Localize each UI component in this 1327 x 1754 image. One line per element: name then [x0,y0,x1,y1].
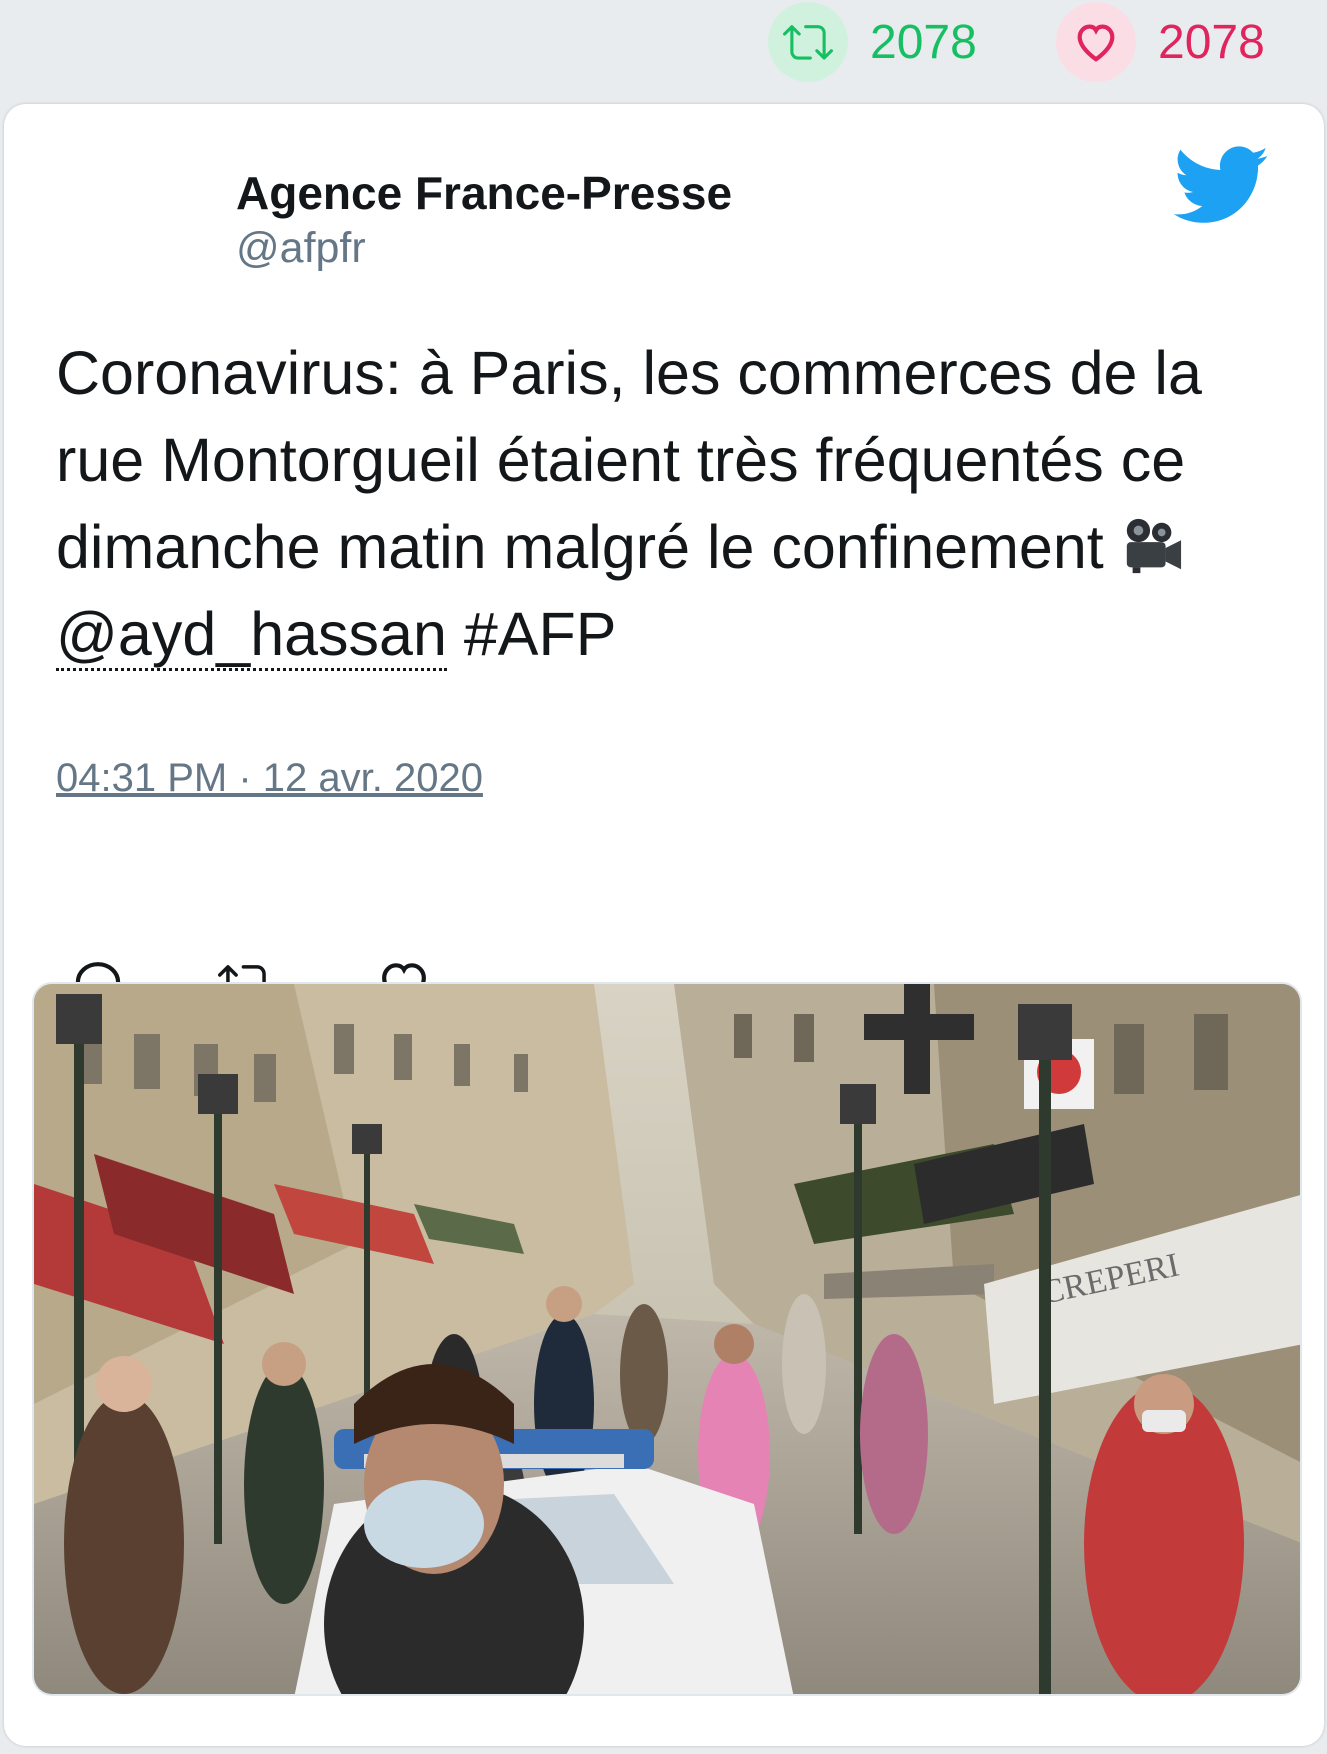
twitter-bird-icon[interactable] [1174,146,1270,226]
retweet-count: 2078 [870,15,977,69]
retweet-count-button[interactable]: 2078 [768,2,977,82]
movie-camera-icon [1126,518,1181,574]
mention-link[interactable]: @ayd_hassan [56,600,447,671]
tweet-media-video[interactable]: CREPERI [32,982,1302,1696]
tweet-timestamp-link[interactable]: 04:31 PM · 12 avr. 2020 [56,756,483,801]
heart-icon [1056,2,1136,82]
author-name[interactable]: Agence France-Presse [236,166,732,220]
tweet-text-main: Coronavirus: à Paris, les commerces de l… [56,339,1202,581]
retweet-icon [768,2,848,82]
tweet-text: Coronavirus: à Paris, les commerces de l… [56,330,1296,678]
tweet-stats-bar: 2078 2078 [0,0,1327,100]
street-scene-image: CREPERI [34,984,1300,1694]
like-count: 2078 [1158,15,1265,69]
tweet-card: Agence France-Presse @afpfr Coronavirus:… [4,104,1324,1746]
hashtag-link[interactable]: #AFP [447,600,617,668]
author-handle[interactable]: @afpfr [236,224,366,273]
like-count-button[interactable]: 2078 [1056,2,1265,82]
